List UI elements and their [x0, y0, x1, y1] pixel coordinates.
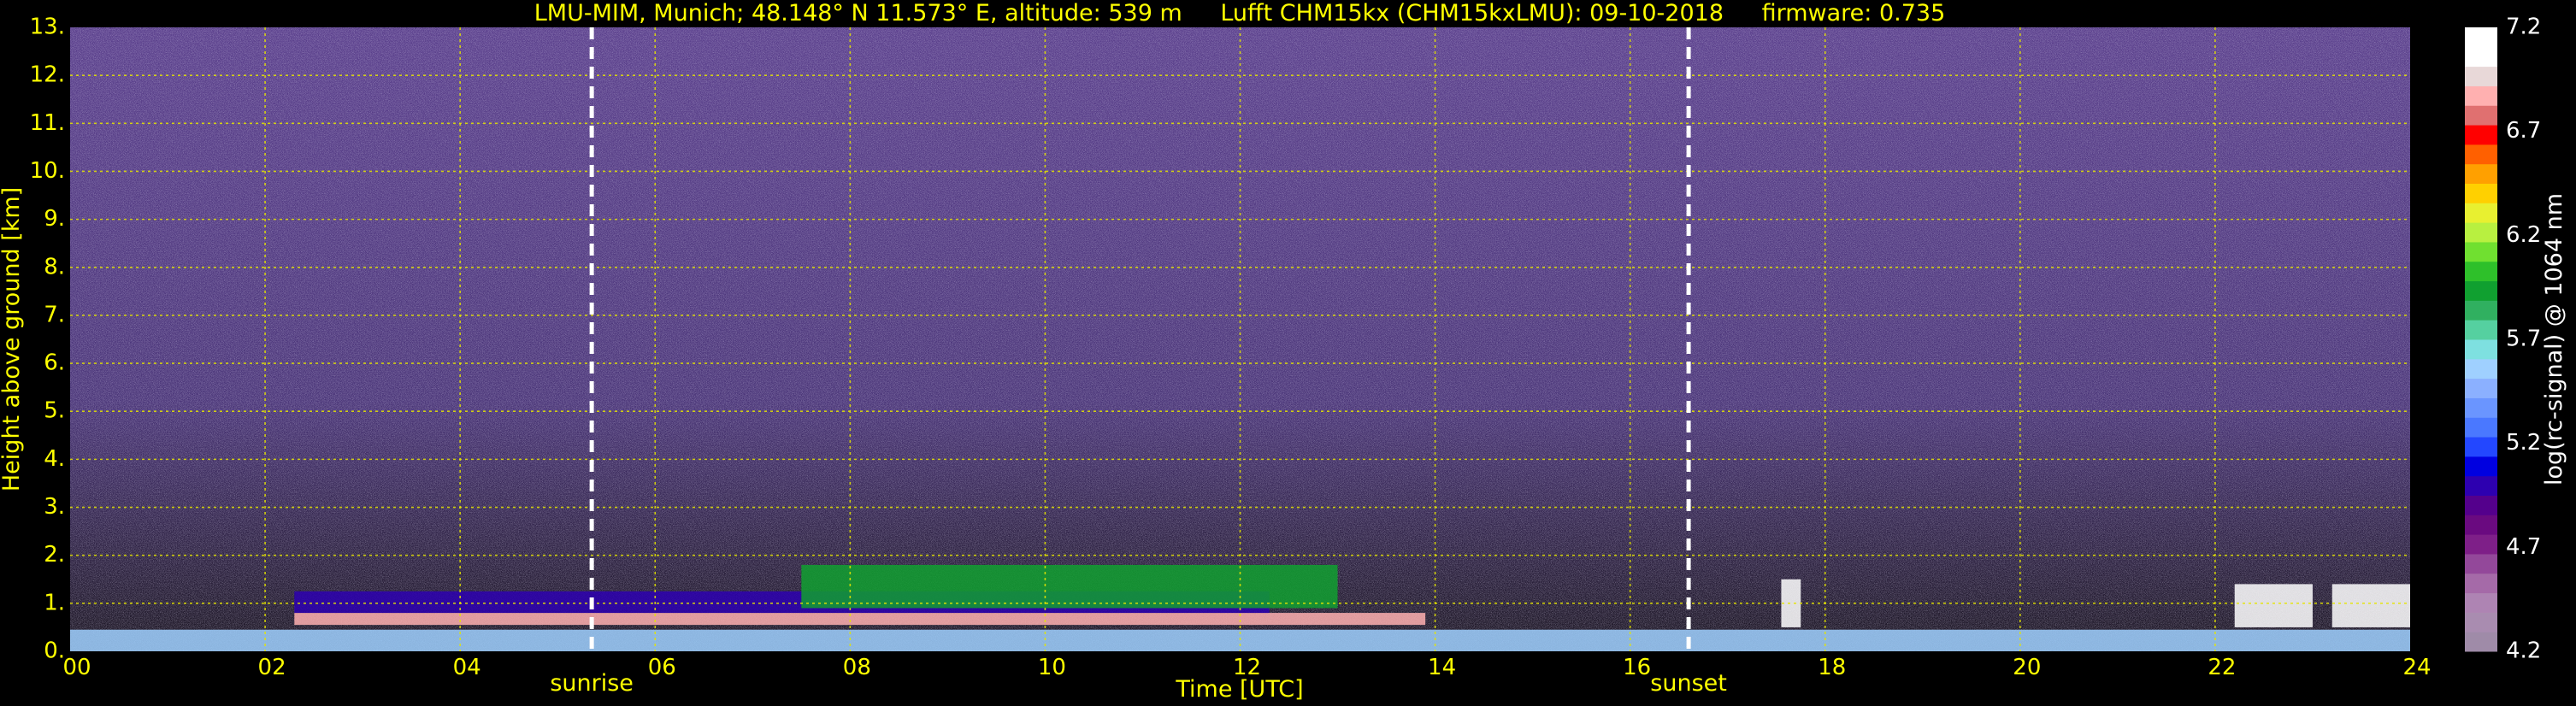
y-tick-label-4: 4. [44, 446, 65, 472]
x-tick-label-7: 14 [1428, 655, 1456, 680]
colorbar-ticks: 4.2 4.7 5.2 5.7 6.2 6.7 7.2 [2506, 15, 2541, 664]
colorbar-segment-23 [2465, 183, 2497, 203]
plot-area [70, 27, 2410, 651]
colorbar-segment-29 [2465, 66, 2497, 86]
y-tick-label-5: 5. [44, 398, 65, 424]
x-tick-label-11: 22 [2208, 655, 2236, 680]
colorbar-segment-21 [2465, 222, 2497, 243]
y-axis-title: Height above ground [km] [0, 187, 25, 491]
signal-feature-3 [801, 564, 1338, 609]
colorbar-segment-18 [2465, 280, 2497, 301]
colorbar-segment-11 [2465, 417, 2497, 438]
y-tick-label-3: 3. [44, 494, 65, 520]
title-instrument: Lufft CHM15kx (CHM15kxLMU): 09-10-2018 [1220, 0, 1724, 26]
colorbar-segment-5 [2465, 534, 2497, 555]
event-label-1: sunset [1650, 670, 1727, 697]
y-tick-label-12: 12. [30, 62, 65, 88]
colorbar-segment-19 [2465, 261, 2497, 282]
colorbar-segment-7 [2465, 495, 2497, 515]
y-tick-label-9: 9. [44, 206, 65, 232]
y-tick-label-13: 13. [30, 15, 65, 40]
x-tick-label-8: 16 [1623, 655, 1651, 680]
event-label-0: sunrise [550, 670, 634, 697]
colorbar-segment-1 [2465, 612, 2497, 632]
colorbar [2465, 27, 2497, 652]
colorbar-tick-label-0: 4.2 [2506, 638, 2541, 664]
colorbar-tick-label-1: 4.7 [2506, 534, 2541, 560]
colorbar-segment-31 [2465, 27, 2497, 48]
x-tick-label-0: 00 [62, 655, 91, 680]
colorbar-segment-25 [2465, 144, 2497, 165]
colorbar-title: log(rc-signal) @ 1064 nm [2541, 193, 2567, 485]
colorbar-segment-2 [2465, 592, 2497, 613]
colorbar-segment-0 [2465, 632, 2497, 652]
y-tick-label-7: 7. [44, 302, 65, 327]
signal-feature-5 [2234, 584, 2313, 627]
colorbar-tick-label-3: 5.7 [2506, 327, 2541, 352]
colorbar-tick-label-2: 5.2 [2506, 430, 2541, 456]
y-axis-ticks: 0. 1. 2. 3. 4. 5. 6. 7. 8. 9. 10. 11. 12. 13. [30, 15, 65, 664]
colorbar-segment-26 [2465, 125, 2497, 145]
x-tick-label-10: 20 [2013, 655, 2041, 680]
x-tick-label-4: 08 [843, 655, 871, 680]
colorbar-segment-22 [2465, 203, 2497, 223]
x-tick-label-2: 04 [453, 655, 481, 680]
colorbar-segment-28 [2465, 85, 2497, 106]
y-tick-label-2: 2. [44, 542, 65, 568]
colorbar-segment-9 [2465, 456, 2497, 477]
y-tick-label-0: 0. [44, 638, 65, 664]
x-tick-label-3: 06 [648, 655, 676, 680]
x-axis-title: Time [UTC] [1175, 676, 1303, 703]
colorbar-segment-24 [2465, 163, 2497, 184]
colorbar-segment-13 [2465, 378, 2497, 398]
y-tick-label-1: 1. [44, 590, 65, 615]
colorbar-segment-27 [2465, 105, 2497, 126]
colorbar-segment-16 [2465, 320, 2497, 340]
y-tick-label-8: 8. [44, 254, 65, 279]
colorbar-segment-6 [2465, 515, 2497, 535]
colorbar-tick-label-5: 6.7 [2506, 118, 2541, 144]
signal-feature-1 [294, 613, 1426, 626]
colorbar-segment-4 [2465, 553, 2497, 574]
colorbar-segment-17 [2465, 300, 2497, 321]
x-tick-label-5: 10 [1038, 655, 1066, 680]
colorbar-segment-12 [2465, 397, 2497, 418]
colorbar-segment-30 [2465, 46, 2497, 68]
x-tick-label-9: 18 [1818, 655, 1846, 680]
colorbar-segment-3 [2465, 573, 2497, 594]
ceilometer-chart: LMU-MIM, Munich; 48.148° N 11.573° E, al… [0, 0, 2567, 703]
title-firmware: firmware: 0.735 [1762, 0, 1946, 26]
colorbar-segment-10 [2465, 437, 2497, 457]
title-site: LMU-MIM, Munich; 48.148° N 11.573° E, al… [534, 0, 1182, 26]
chart-title: LMU-MIM, Munich; 48.148° N 11.573° E, al… [534, 0, 1946, 26]
colorbar-segment-14 [2465, 358, 2497, 379]
y-tick-label-6: 6. [44, 350, 65, 376]
colorbar-segment-8 [2465, 475, 2497, 496]
y-tick-label-11: 11. [30, 110, 65, 136]
colorbar-tick-label-6: 7.2 [2506, 15, 2541, 40]
colorbar-segment-20 [2465, 241, 2497, 262]
x-tick-label-1: 02 [258, 655, 286, 680]
y-tick-label-10: 10. [30, 158, 65, 184]
signal-feature-6 [2331, 584, 2410, 627]
colorbar-segment-15 [2465, 339, 2497, 360]
colorbar-tick-label-4: 6.2 [2506, 222, 2541, 248]
x-tick-label-12: 24 [2402, 655, 2431, 680]
